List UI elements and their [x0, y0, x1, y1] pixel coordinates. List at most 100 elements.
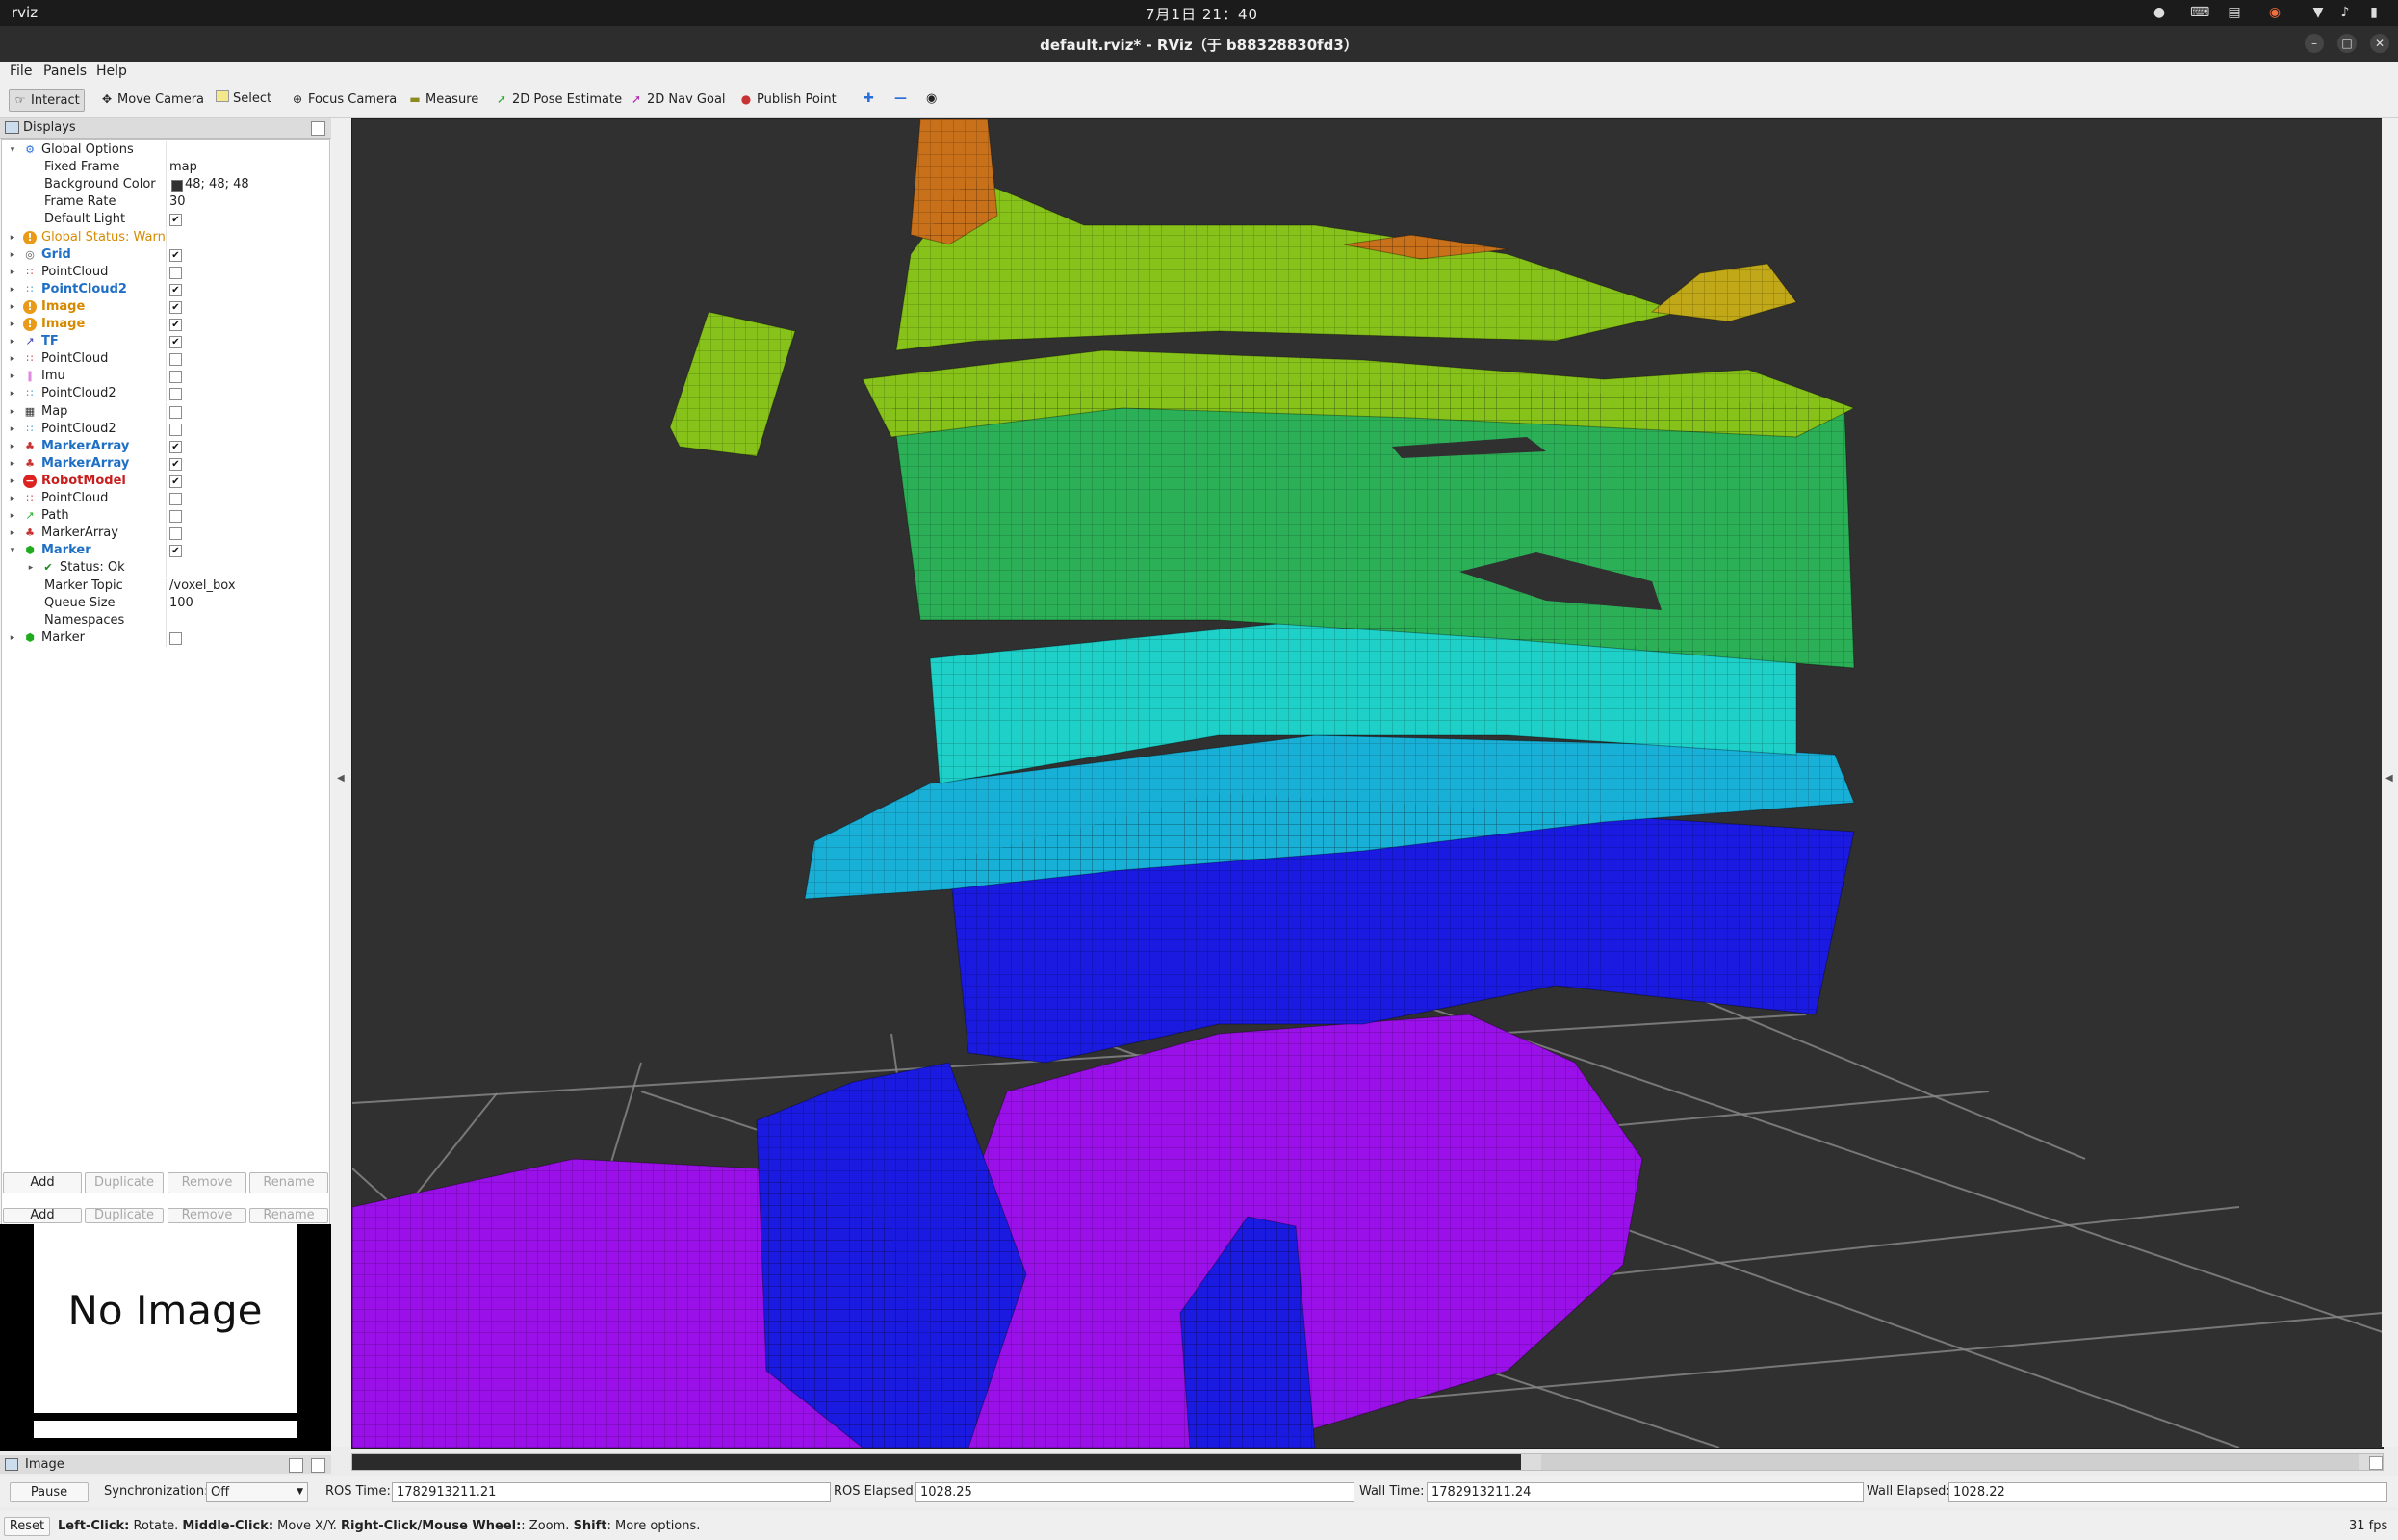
- display-row[interactable]: Queue Size 100: [2, 594, 329, 612]
- expand-arrow-icon[interactable]: ▸: [8, 246, 17, 264]
- enable-checkbox[interactable]: [169, 353, 182, 367]
- ubuntu-icon[interactable]: ◉: [2267, 5, 2282, 20]
- display-row-value[interactable]: /voxel_box: [169, 578, 236, 595]
- enable-checkbox[interactable]: [169, 510, 182, 524]
- minimize-icon[interactable]: –: [2305, 34, 2324, 53]
- displays-tree[interactable]: ▾ ⚙ Global Options Fixed Frame map Background…: [1, 139, 330, 1279]
- expand-arrow-icon[interactable]: ▸: [8, 421, 17, 438]
- display-row[interactable]: Frame Rate 30: [2, 193, 329, 212]
- time-scrollbar[interactable]: [351, 1453, 2384, 1471]
- display-row[interactable]: ▸ ∷ PointCloud2: [2, 420, 329, 438]
- enable-checkbox[interactable]: [169, 527, 182, 541]
- remove-display-button-2[interactable]: Remove: [168, 1208, 246, 1223]
- color-swatch[interactable]: [171, 180, 183, 192]
- enable-checkbox[interactable]: [169, 371, 182, 384]
- enable-checkbox[interactable]: [169, 493, 182, 505]
- tool-2d-nav-goal[interactable]: ➚ 2D Nav Goal: [626, 89, 730, 110]
- tool-interact[interactable]: ☞ Interact: [9, 89, 85, 112]
- expand-arrow-icon[interactable]: ▸: [8, 403, 17, 421]
- add-tool-button[interactable]: ✚: [860, 89, 878, 110]
- scrollbar-thumb[interactable]: [1541, 1454, 2359, 1470]
- right-splitter-handle[interactable]: ◀: [2382, 118, 2398, 1447]
- display-row[interactable]: ▸! Image ✔: [2, 297, 329, 316]
- display-row[interactable]: ▸ − RobotModel ✔: [2, 472, 329, 490]
- expand-arrow-icon[interactable]: ▸: [26, 559, 36, 577]
- display-row[interactable]: ▸! Global Status: Warn: [2, 228, 329, 246]
- add-display-button-2[interactable]: Add: [3, 1208, 82, 1223]
- keyboard-icon[interactable]: ⌨: [2190, 5, 2209, 20]
- ros-elapsed-field[interactable]: 1028.25: [915, 1482, 1354, 1502]
- display-row[interactable]: ▸ ∷ PointCloud2 ✔: [2, 280, 329, 298]
- expand-arrow-icon[interactable]: ▸: [8, 264, 17, 281]
- expand-arrow-icon[interactable]: ▸: [8, 229, 17, 246]
- wall-time-field[interactable]: 1782913211.24: [1427, 1482, 1864, 1502]
- close-icon[interactable]: ✕: [2370, 34, 2389, 53]
- display-row[interactable]: ▸ ↗ TF ✔: [2, 333, 329, 351]
- tool-measure[interactable]: ▬ Measure: [404, 89, 482, 110]
- display-row[interactable]: ▸ ∷ PointCloud: [2, 350, 329, 369]
- display-row[interactable]: ▸ ♣ MarkerArray: [2, 525, 329, 543]
- enable-checkbox[interactable]: ✔: [169, 475, 182, 488]
- expand-arrow-icon[interactable]: ▸: [8, 473, 17, 490]
- view-options-button[interactable]: ◉: [922, 89, 941, 110]
- voxel-scene[interactable]: [352, 119, 2383, 1448]
- expand-arrow-icon[interactable]: ▸: [8, 629, 17, 647]
- expand-arrow-icon[interactable]: ▸: [8, 438, 17, 455]
- enable-checkbox[interactable]: ✔: [169, 300, 182, 314]
- display-row[interactable]: Default Light ✔: [2, 211, 329, 229]
- mic-icon[interactable]: ●: [2152, 5, 2167, 20]
- rename-display-button[interactable]: Rename: [249, 1172, 328, 1194]
- display-row[interactable]: ▸ ∷ PointCloud: [2, 490, 329, 507]
- rename-display-button-2[interactable]: Rename: [249, 1208, 328, 1223]
- enable-checkbox[interactable]: ✔: [169, 336, 182, 349]
- network-activity-icon[interactable]: ▤: [2227, 5, 2242, 20]
- menu-file[interactable]: File: [10, 64, 32, 79]
- maximize-icon[interactable]: □: [2337, 34, 2357, 53]
- enable-checkbox[interactable]: ✔: [169, 440, 182, 453]
- display-row-value[interactable]: 100: [169, 595, 193, 612]
- wall-elapsed-field[interactable]: 1028.22: [1948, 1482, 2387, 1502]
- battery-icon[interactable]: ▮: [2366, 5, 2382, 20]
- expand-arrow-icon[interactable]: ▸: [8, 525, 17, 542]
- display-row[interactable]: ▸ ◎ Grid ✔: [2, 245, 329, 264]
- active-app-name[interactable]: rviz: [12, 4, 38, 21]
- display-row[interactable]: ▸! Image ✔: [2, 316, 329, 333]
- duplicate-display-button-2[interactable]: Duplicate: [85, 1208, 164, 1223]
- expand-arrow-icon[interactable]: ▸: [8, 490, 17, 507]
- menu-help[interactable]: Help: [96, 64, 127, 79]
- add-display-button[interactable]: Add: [3, 1172, 82, 1194]
- display-row[interactable]: ▾ ⚙ Global Options: [2, 141, 329, 159]
- expand-arrow-icon[interactable]: ▸: [8, 507, 17, 525]
- collapse-arrow-icon[interactable]: ▾: [8, 141, 17, 159]
- tool-publish-point[interactable]: ● Publish Point: [735, 89, 840, 110]
- display-row-value[interactable]: 30: [169, 193, 186, 211]
- scrollbar-end-box[interactable]: [2369, 1456, 2383, 1470]
- display-row[interactable]: Background Color 48; 48; 48: [2, 176, 329, 194]
- enable-checkbox[interactable]: ✔: [169, 214, 182, 227]
- display-row[interactable]: ▸ ♣ MarkerArray ✔: [2, 437, 329, 455]
- display-row-value[interactable]: map: [169, 159, 197, 176]
- expand-arrow-icon[interactable]: ▸: [8, 385, 17, 402]
- expand-arrow-icon[interactable]: ▸: [8, 333, 17, 350]
- image-float-button[interactable]: [289, 1458, 303, 1473]
- display-row[interactable]: ▸ ✔ Status: Ok: [2, 559, 329, 578]
- collapse-right-icon[interactable]: ◀: [2385, 773, 2393, 783]
- display-row-value[interactable]: 48; 48; 48: [185, 176, 249, 193]
- system-clock[interactable]: 7月1日 21：40: [1146, 4, 1258, 24]
- enable-checkbox[interactable]: ✔: [169, 545, 182, 558]
- enable-checkbox[interactable]: [169, 631, 182, 645]
- expand-arrow-icon[interactable]: ▸: [8, 316, 17, 333]
- enable-checkbox[interactable]: ✔: [169, 283, 182, 296]
- reset-button[interactable]: Reset: [4, 1517, 50, 1536]
- enable-checkbox[interactable]: [169, 405, 182, 419]
- render-3d-view[interactable]: [351, 118, 2384, 1449]
- display-row[interactable]: ▸ ∥ Imu: [2, 368, 329, 386]
- display-row[interactable]: ▸ ∷ PointCloud2: [2, 385, 329, 403]
- display-row[interactable]: Fixed Frame map: [2, 159, 329, 177]
- image-close-button[interactable]: [311, 1458, 325, 1473]
- enable-checkbox[interactable]: [169, 423, 182, 436]
- display-row[interactable]: ▸ ⬢ Marker: [2, 629, 329, 647]
- display-row[interactable]: ▸ ∷ PointCloud: [2, 263, 329, 281]
- display-row[interactable]: ▸ ▦ Map: [2, 402, 329, 421]
- wifi-icon[interactable]: ▼: [2310, 5, 2326, 20]
